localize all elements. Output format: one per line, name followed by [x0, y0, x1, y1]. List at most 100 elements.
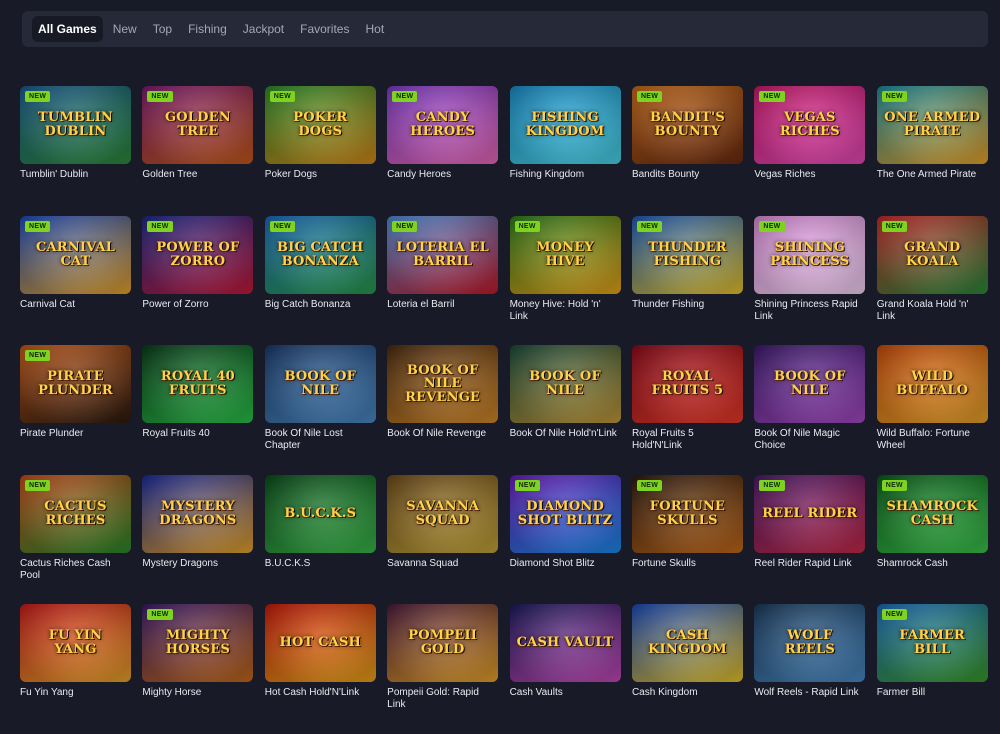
game-card[interactable]: NEW Reel Rider Reel Rider Rapid Link — [754, 474, 866, 605]
game-thumbnail[interactable]: Royal Fruits 5 — [631, 345, 743, 423]
tab-hot[interactable]: Hot — [359, 16, 390, 42]
game-card[interactable]: NEW Power of Zorro Power of Zorro — [142, 215, 254, 346]
game-card[interactable]: NEW One Armed Pirate The One Armed Pirate — [876, 86, 988, 216]
game-thumbnail[interactable]: NEW Shining Princess — [754, 215, 866, 294]
game-card[interactable]: Book of Nile Book Of Nile Lost Chapter — [264, 345, 376, 475]
game-title[interactable]: Mighty Horse — [142, 687, 253, 699]
game-thumbnail[interactable]: Book of Nile — [264, 345, 376, 423]
game-title[interactable]: Book Of Nile Hold'n'Link — [510, 428, 621, 440]
game-thumbnail[interactable]: NEW Pirate Plunder — [20, 345, 131, 423]
game-title[interactable]: Fortune Skulls — [632, 558, 743, 570]
game-card[interactable]: Book of Nile Book Of Nile Hold'n'Link — [509, 345, 621, 475]
game-thumbnail[interactable]: NEW Cactus Riches — [20, 474, 131, 553]
game-card[interactable]: Fishing Kingdom Fishing Kingdom — [509, 86, 621, 216]
game-card[interactable]: NEW Fortune Skulls Fortune Skulls — [631, 474, 743, 605]
game-thumbnail[interactable]: B.U.C.K.S — [264, 474, 376, 553]
game-title[interactable]: Book Of Nile Lost Chapter — [265, 428, 376, 452]
game-title[interactable]: Tumblin' Dublin — [20, 169, 131, 181]
game-thumbnail[interactable]: NEW One Armed Pirate — [876, 86, 988, 164]
game-thumbnail[interactable]: Wild Buffalo — [876, 345, 988, 423]
game-thumbnail[interactable]: NEW Grand Koala — [876, 215, 988, 294]
game-card[interactable]: NEW Tumblin Dublin Tumblin' Dublin — [20, 86, 131, 216]
game-title[interactable]: Savanna Squad — [387, 558, 498, 570]
game-card[interactable]: Wild Buffalo Wild Buffalo: Fortune Wheel — [876, 345, 988, 475]
game-card[interactable]: Pompeii Gold Pompeii Gold: Rapid Link — [387, 604, 499, 734]
game-title[interactable]: Loteria el Barril — [387, 299, 498, 311]
tab-all-games[interactable]: All Games — [32, 16, 103, 42]
game-card[interactable]: NEW Bandit's Bounty Bandits Bounty — [631, 86, 743, 216]
game-thumbnail[interactable]: Cash Vault — [509, 604, 621, 682]
game-card[interactable]: Cash Vault Cash Vaults — [509, 604, 621, 734]
tab-jackpot[interactable]: Jackpot — [237, 16, 290, 42]
game-thumbnail[interactable]: NEW Fortune Skulls — [631, 474, 743, 553]
tab-top[interactable]: Top — [147, 16, 178, 42]
game-thumbnail[interactable]: NEW Diamond Shot Blitz — [509, 474, 621, 553]
game-card[interactable]: NEW Candy Heroes Candy Heroes — [387, 86, 499, 216]
game-title[interactable]: Cash Vaults — [510, 687, 621, 699]
game-card[interactable]: Royal Fruits 5 Royal Fruits 5 Hold'N'Link — [631, 345, 743, 475]
game-card[interactable]: Wolf Reels Wolf Reels - Rapid Link — [754, 604, 866, 734]
game-card[interactable]: B.U.C.K.S B.U.C.K.S — [264, 474, 376, 605]
game-thumbnail[interactable]: NEW Carnival Cat — [20, 215, 131, 294]
game-card[interactable]: NEW Diamond Shot Blitz Diamond Shot Blitz — [509, 474, 621, 605]
game-title[interactable]: Power of Zorro — [142, 299, 253, 311]
game-thumbnail[interactable]: NEW Mighty Horses — [142, 604, 254, 682]
game-card[interactable]: NEW Golden Tree Golden Tree — [142, 86, 254, 216]
game-thumbnail[interactable]: NEW Tumblin Dublin — [20, 86, 131, 164]
tab-fishing[interactable]: Fishing — [182, 16, 233, 42]
game-thumbnail[interactable]: NEW Candy Heroes — [387, 86, 499, 164]
game-thumbnail[interactable]: Fishing Kingdom — [509, 86, 621, 164]
game-thumbnail[interactable]: Book of Nile Revenge — [387, 345, 499, 423]
game-thumbnail[interactable]: NEW Vegas Riches — [754, 86, 866, 164]
game-card[interactable]: NEW Thunder Fishing Thunder Fishing — [631, 215, 743, 346]
game-title[interactable]: Book Of Nile Revenge — [387, 428, 498, 440]
game-thumbnail[interactable]: NEW Power of Zorro — [142, 215, 254, 294]
game-card[interactable]: NEW Mighty Horses Mighty Horse — [142, 604, 254, 734]
game-thumbnail[interactable]: NEW Money Hive — [509, 215, 621, 294]
game-title[interactable]: Candy Heroes — [387, 169, 498, 181]
game-title[interactable]: Poker Dogs — [265, 169, 376, 181]
game-thumbnail[interactable]: NEW Reel Rider — [754, 474, 866, 553]
game-card[interactable]: NEW Shining Princess Shining Princess Rapi… — [754, 215, 866, 346]
game-title[interactable]: Big Catch Bonanza — [265, 299, 376, 311]
game-title[interactable]: Hot Cash Hold'N'Link — [265, 687, 376, 699]
game-card[interactable]: NEW Grand Koala Grand Koala Hold 'n' Link — [876, 215, 988, 346]
game-thumbnail[interactable]: NEW Shamrock Cash — [876, 474, 988, 553]
game-title[interactable]: Shining Princess Rapid Link — [754, 299, 865, 323]
game-thumbnail[interactable]: Book of Nile — [754, 345, 866, 423]
game-title[interactable]: Fu Yin Yang — [20, 687, 131, 699]
game-title[interactable]: The One Armed Pirate — [877, 169, 988, 181]
game-card[interactable]: NEW Pirate Plunder Pirate Plunder — [20, 345, 131, 475]
game-title[interactable]: Cactus Riches Cash Pool — [20, 558, 131, 582]
game-title[interactable]: Bandits Bounty — [632, 169, 743, 181]
game-card[interactable]: NEW Farmer Bill Farmer Bill — [876, 604, 988, 734]
game-card[interactable]: Royal 40 Fruits Royal Fruits 40 — [142, 345, 254, 475]
game-thumbnail[interactable]: Book of Nile — [509, 345, 621, 423]
game-card[interactable]: NEW Poker Dogs Poker Dogs — [264, 86, 376, 216]
game-title[interactable]: Diamond Shot Blitz — [510, 558, 621, 570]
game-title[interactable]: Wolf Reels - Rapid Link — [754, 687, 865, 699]
game-title[interactable]: Cash Kingdom — [632, 687, 743, 699]
game-card[interactable]: Mystery Dragons Mystery Dragons — [142, 474, 254, 605]
game-card[interactable]: NEW Carnival Cat Carnival Cat — [20, 215, 131, 346]
game-title[interactable]: Golden Tree — [142, 169, 253, 181]
game-title[interactable]: Pirate Plunder — [20, 428, 131, 440]
game-title[interactable]: Royal Fruits 40 — [142, 428, 253, 440]
game-card[interactable]: Hot Cash Hot Cash Hold'N'Link — [264, 604, 376, 734]
game-thumbnail[interactable]: NEW Golden Tree — [142, 86, 254, 164]
game-title[interactable]: Carnival Cat — [20, 299, 131, 311]
game-title[interactable]: Farmer Bill — [877, 687, 988, 699]
game-title[interactable]: Money Hive: Hold 'n' Link — [510, 299, 621, 323]
game-title[interactable]: Book Of Nile Magic Choice — [754, 428, 865, 452]
tab-new[interactable]: New — [107, 16, 143, 42]
game-thumbnail[interactable]: Mystery Dragons — [142, 474, 254, 553]
game-card[interactable]: Book of Nile Book Of Nile Magic Choice — [754, 345, 866, 475]
game-card[interactable]: Book of Nile Revenge Book Of Nile Revenge — [387, 345, 499, 475]
game-title[interactable]: Pompeii Gold: Rapid Link — [387, 687, 498, 711]
game-title[interactable]: Royal Fruits 5 Hold'N'Link — [632, 428, 743, 452]
game-card[interactable]: Cash Kingdom Cash Kingdom — [631, 604, 743, 734]
game-card[interactable]: Savanna Squad Savanna Squad — [387, 474, 499, 605]
game-title[interactable]: Fishing Kingdom — [510, 169, 621, 181]
game-card[interactable]: NEW Money Hive Money Hive: Hold 'n' Link — [509, 215, 621, 346]
game-thumbnail[interactable]: NEW Thunder Fishing — [631, 215, 743, 294]
